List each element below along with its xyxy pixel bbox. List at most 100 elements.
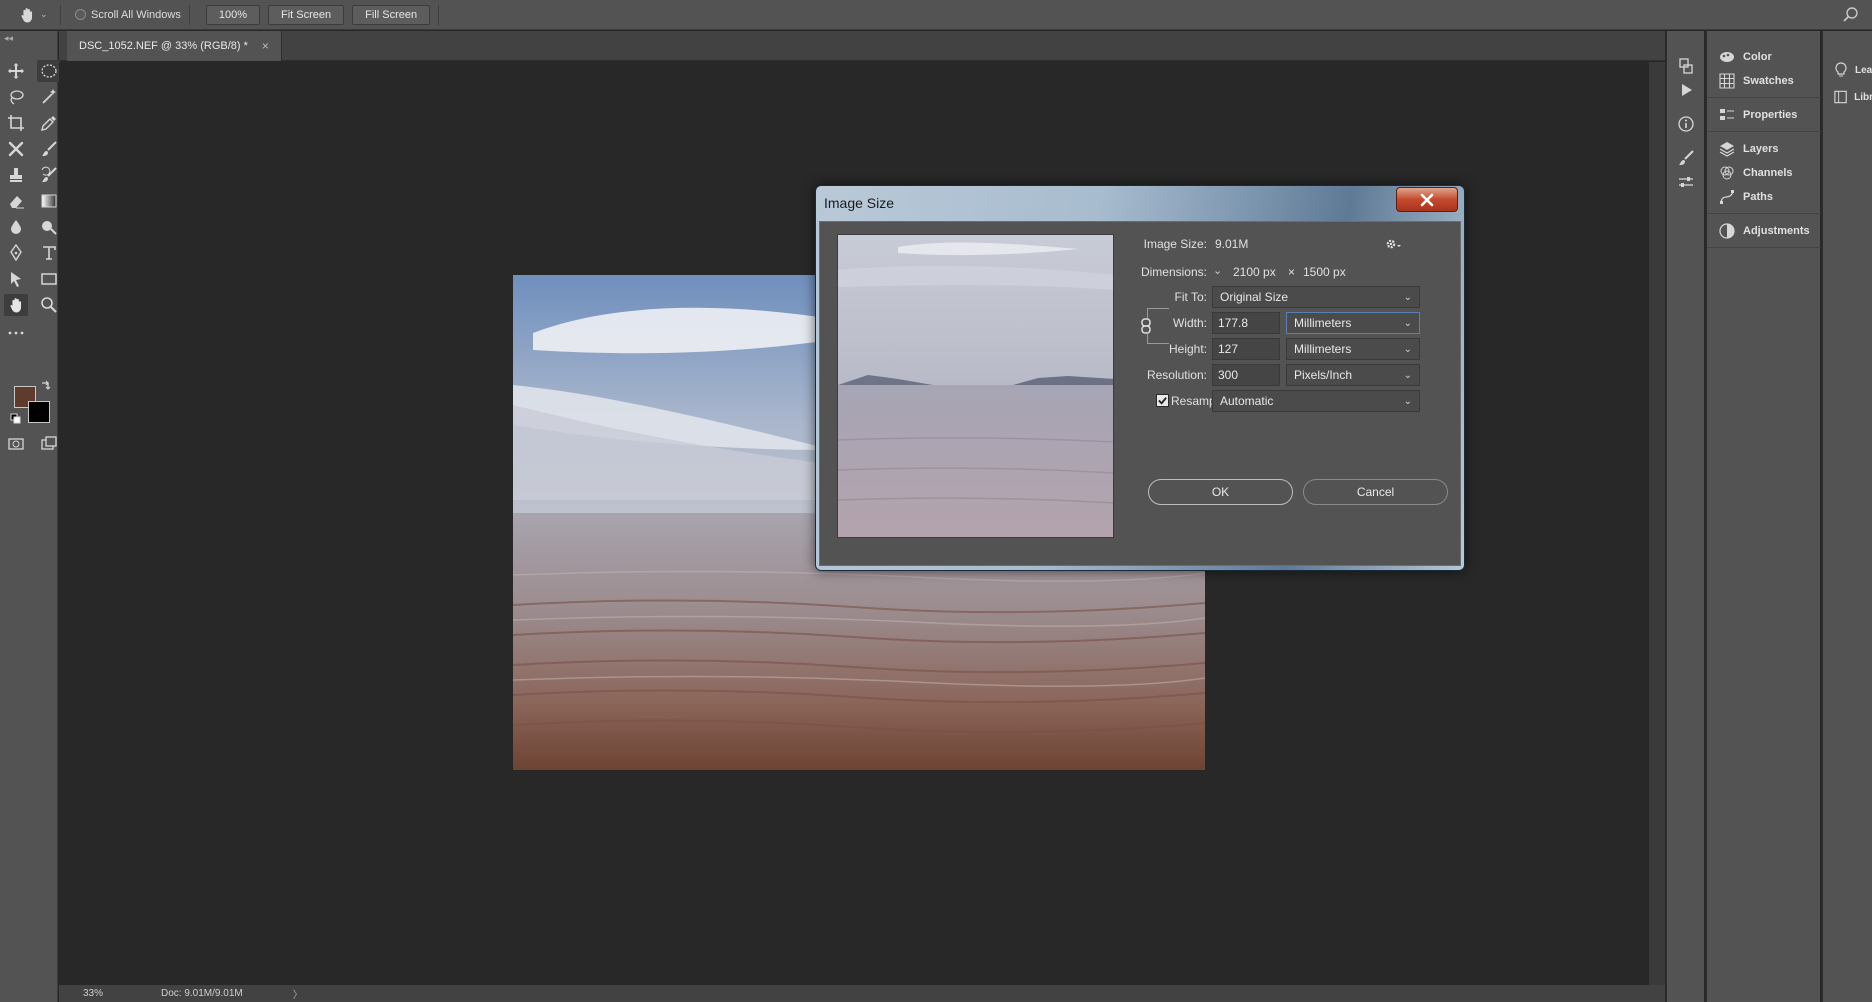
settings-gear-icon[interactable] (1384, 236, 1402, 252)
panel-swatches[interactable]: Swatches (1707, 68, 1821, 94)
panel-learn[interactable]: Lea (1823, 57, 1872, 83)
dimensions-label: Dimensions: (1140, 265, 1207, 279)
panel-layers-label: Layers (1743, 143, 1779, 155)
panel-dock: Color Swatches Properties Layers Channel… (1706, 31, 1821, 1002)
tool-presets-icon[interactable] (1675, 171, 1697, 193)
type-tool-icon[interactable] (37, 242, 61, 264)
checkmark-icon (1158, 397, 1167, 405)
width-unit-select[interactable]: Millimeters ⌄ (1286, 312, 1420, 334)
panel-channels[interactable]: Channels (1707, 160, 1821, 186)
resample-label: Resample: (1171, 394, 1229, 408)
status-bar: 33% Doc: 9.01M/9.01M 〉 (59, 985, 1665, 1002)
resample-select[interactable]: Automatic ⌄ (1212, 390, 1420, 412)
fit-screen-button[interactable]: Fit Screen (268, 4, 345, 25)
scroll-all-windows-label: Scroll All Windows (91, 8, 181, 21)
clone-stamp-tool-icon[interactable] (4, 164, 28, 186)
panel-color[interactable]: Color (1707, 44, 1821, 70)
hand-tool-icon[interactable] (4, 294, 28, 316)
search-icon[interactable] (1842, 6, 1860, 24)
path-selection-tool-icon[interactable] (4, 268, 28, 290)
eraser-tool-icon[interactable] (4, 190, 28, 212)
zoom-level[interactable]: 33% (83, 988, 143, 999)
cancel-button[interactable]: Cancel (1303, 479, 1448, 505)
image-size-dialog: Image Size Image Size: 9.01M Dimensions:… (815, 185, 1465, 571)
width-unit-value: Millimeters (1294, 316, 1352, 330)
resample-checkbox[interactable] (1156, 394, 1169, 407)
color-icon (1720, 52, 1734, 62)
constrain-proportions-link-icon[interactable] (1139, 318, 1153, 334)
collapse-panel-icon[interactable]: ◂◂ (4, 33, 13, 44)
resolution-label: Resolution: (1146, 368, 1207, 382)
rectangle-tool-icon[interactable] (37, 268, 61, 290)
chevron-down-icon: ⌄ (1403, 317, 1412, 329)
more-tools-icon[interactable] (4, 322, 28, 344)
elliptical-marquee-tool-icon[interactable] (37, 60, 61, 82)
swap-colors-icon[interactable] (40, 379, 52, 391)
image-size-value: 9.01M (1215, 237, 1249, 251)
fill-screen-button[interactable]: Fill Screen (352, 4, 431, 25)
document-tab[interactable]: DSC_1052.NEF @ 33% (RGB/8) * × (67, 31, 282, 61)
panel-dock-secondary: Lea Libr (1822, 31, 1872, 1002)
document-tab-bar: DSC_1052.NEF @ 33% (RGB/8) * × (59, 31, 1665, 61)
dimensions-units-chevron-icon[interactable]: ⌄ (1213, 264, 1227, 280)
panel-layers[interactable]: Layers (1707, 136, 1821, 162)
history-brush-tool-icon[interactable] (37, 164, 61, 186)
blur-tool-icon[interactable] (4, 216, 28, 238)
play-actions-icon[interactable] (1675, 79, 1697, 101)
channels-icon (1720, 166, 1734, 180)
close-tab-icon[interactable]: × (262, 39, 269, 53)
ok-button[interactable]: OK (1148, 479, 1293, 505)
scroll-all-windows-checkbox[interactable]: Scroll All Windows (75, 9, 181, 21)
lasso-tool-icon[interactable] (4, 86, 28, 108)
status-menu-arrow-icon[interactable]: 〉 (293, 986, 303, 1001)
eyedropper-tool-icon[interactable] (37, 112, 61, 134)
swatches-icon (1719, 73, 1735, 89)
chevron-down-icon: ⌄ (1403, 343, 1412, 355)
divider (1707, 97, 1821, 98)
panel-properties[interactable]: Properties (1707, 102, 1821, 128)
crop-tool-icon[interactable] (4, 112, 28, 134)
dialog-body: Image Size: 9.01M Dimensions: ⌄ 2100 px … (819, 221, 1461, 566)
chevron-down-icon: ⌄ (1403, 395, 1412, 407)
background-color-swatch[interactable] (28, 401, 50, 423)
panel-swatches-label: Swatches (1743, 75, 1794, 87)
resolution-unit-select[interactable]: Pixels/Inch ⌄ (1286, 364, 1420, 386)
zoom-100-button[interactable]: 100% (205, 4, 260, 25)
move-tool-icon[interactable] (4, 60, 28, 82)
screen-mode-icon[interactable] (37, 433, 61, 455)
tools-panel: ◂◂ (0, 31, 61, 1002)
vertical-scrollbar[interactable] (1649, 62, 1665, 985)
gradient-tool-icon[interactable] (37, 190, 61, 212)
divider (438, 4, 440, 25)
brush-tool-icon[interactable] (37, 138, 61, 160)
healing-brush-tool-icon[interactable] (4, 138, 28, 160)
checkbox-box[interactable] (75, 9, 86, 20)
resolution-input[interactable]: 300 (1212, 364, 1280, 386)
image-preview[interactable] (837, 234, 1114, 538)
dialog-title: Image Size (824, 195, 895, 211)
panel-libraries[interactable]: Libr (1823, 84, 1872, 110)
close-dialog-button[interactable] (1396, 187, 1458, 212)
quick-mask-icon[interactable] (4, 433, 28, 455)
history-icon[interactable] (1675, 55, 1697, 77)
image-size-label: Image Size: (1143, 237, 1207, 251)
document-tab-title: DSC_1052.NEF @ 33% (RGB/8) * (79, 40, 248, 52)
dodge-tool-icon[interactable] (37, 216, 61, 238)
info-icon[interactable] (1675, 113, 1697, 135)
panel-paths[interactable]: Paths (1707, 184, 1821, 210)
height-unit-select[interactable]: Millimeters ⌄ (1286, 338, 1420, 360)
fit-to-value: Original Size (1220, 290, 1289, 304)
default-colors-icon[interactable] (10, 413, 22, 425)
pen-tool-icon[interactable] (4, 242, 28, 264)
hand-tool-preset-icon[interactable] (14, 4, 40, 26)
chevron-down-icon[interactable]: ⌄ (40, 9, 52, 20)
magic-wand-tool-icon[interactable] (37, 86, 61, 108)
fit-to-select[interactable]: Original Size ⌄ (1212, 286, 1420, 308)
zoom-tool-icon[interactable] (37, 294, 61, 316)
width-input[interactable]: 177.8 (1212, 312, 1280, 334)
photoshop-window: ⌄ Scroll All Windows 100% Fit Screen Fil… (0, 0, 1872, 1002)
brush-settings-icon[interactable] (1675, 147, 1697, 169)
panel-adjustments[interactable]: Adjustments (1707, 218, 1821, 244)
height-input[interactable]: 127 (1212, 338, 1280, 360)
properties-icon (1720, 109, 1734, 120)
